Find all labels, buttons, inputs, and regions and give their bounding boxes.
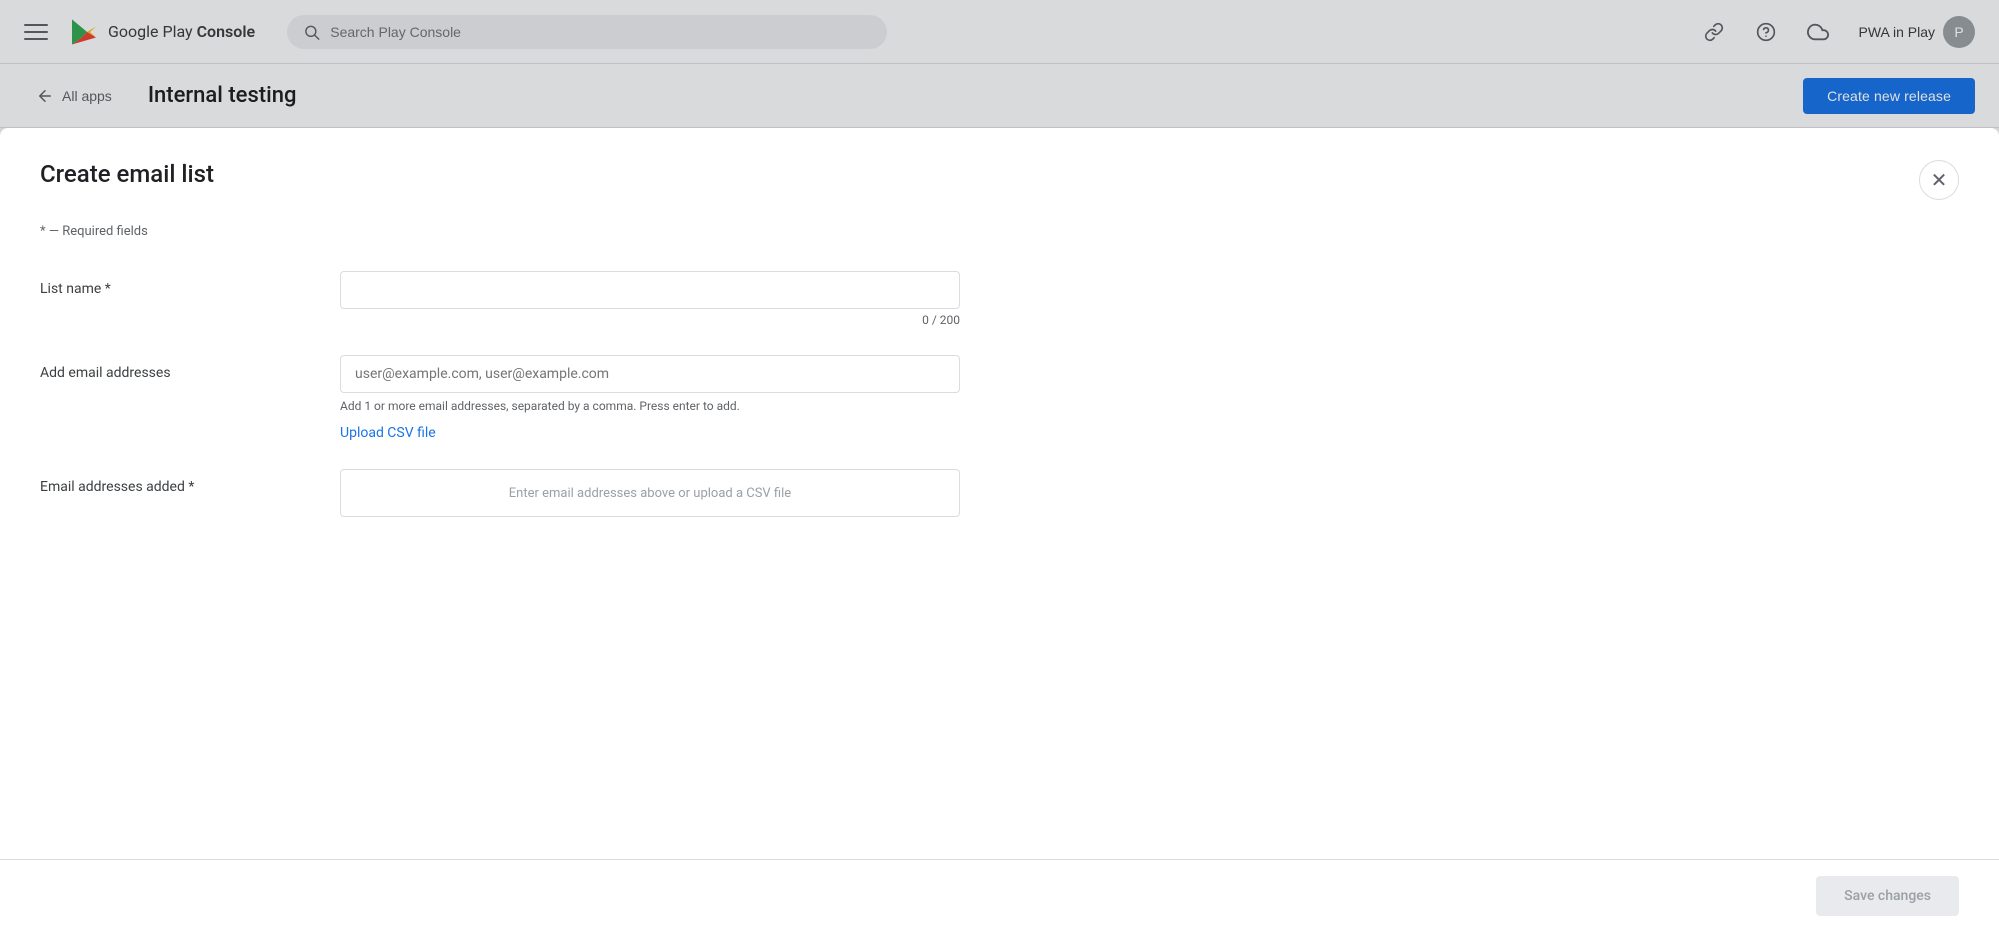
- save-changes-button[interactable]: Save changes: [1816, 876, 1959, 916]
- list-name-label: List name *: [40, 271, 300, 297]
- dialog-title: Create email list: [40, 160, 214, 188]
- email-added-placeholder: Enter email addresses above or upload a …: [509, 486, 791, 501]
- email-added-box: Enter email addresses above or upload a …: [340, 469, 960, 517]
- char-count: 0 / 200: [340, 313, 960, 327]
- upload-csv-link[interactable]: Upload CSV file: [340, 425, 436, 441]
- create-email-list-dialog: Create email list ✕ * — Required fields …: [0, 128, 1999, 932]
- dialog-header: Create email list ✕: [40, 160, 1959, 200]
- add-email-input[interactable]: [340, 355, 960, 393]
- add-email-row: Add email addresses Add 1 or more email …: [40, 355, 1959, 441]
- email-added-row: Email addresses added * Enter email addr…: [40, 469, 1959, 517]
- close-icon: ✕: [1931, 168, 1948, 193]
- dialog-footer: Save changes: [0, 859, 1999, 932]
- dialog-overlay: Create email list ✕ * — Required fields …: [0, 0, 1999, 932]
- close-dialog-button[interactable]: ✕: [1919, 160, 1959, 200]
- list-name-row: List name * 0 / 200: [40, 271, 1959, 327]
- list-name-field: 0 / 200: [340, 271, 960, 327]
- add-email-label: Add email addresses: [40, 355, 300, 381]
- list-name-input[interactable]: [340, 271, 960, 309]
- email-added-field: Enter email addresses above or upload a …: [340, 469, 960, 517]
- email-added-label: Email addresses added *: [40, 469, 300, 495]
- required-note: * — Required fields: [40, 224, 1959, 239]
- add-email-field: Add 1 or more email addresses, separated…: [340, 355, 960, 441]
- add-email-hint: Add 1 or more email addresses, separated…: [340, 399, 960, 413]
